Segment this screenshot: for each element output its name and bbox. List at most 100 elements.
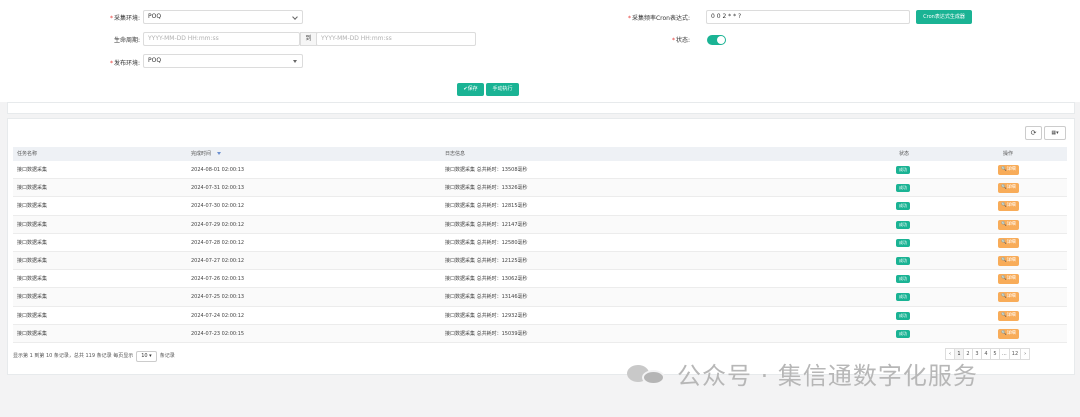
watermark: 公众号 · 集信通数字化服务: [627, 356, 978, 390]
collect-env-label: *采集环境:: [90, 13, 140, 22]
log-info-cell: 接口数据采集 总共耗时：15039毫秒: [445, 330, 528, 337]
detail-button[interactable]: 🔍详细: [998, 292, 1019, 303]
wechat-icon: [627, 361, 667, 385]
table-body: 接口数据采集 2024-08-01 02:00:13 接口数据采集 总共耗时：135…: [13, 161, 1067, 343]
collect-env-select[interactable]: POQ: [143, 10, 303, 24]
task-name-cell: 接口数据采集: [17, 294, 48, 301]
th-action: 操作: [1003, 151, 1014, 157]
pagination-info-suffix: 条记录: [159, 353, 175, 359]
cron-value: 0 0 2 * * ?: [711, 13, 742, 20]
table-row: 接口数据采集 2024-07-25 02:00:13 接口数据采集 总共耗时：131…: [13, 288, 1067, 307]
detail-button[interactable]: 🔍详细: [998, 310, 1019, 321]
task-name-cell: 接口数据采集: [17, 167, 48, 173]
collect-env-label-text: 采集环境:: [113, 15, 140, 22]
task-name-cell: 接口数据采集: [17, 312, 48, 319]
collect-env-value: POQ: [148, 13, 162, 20]
finish-time-cell: 2024-07-31 02:00:13: [191, 185, 245, 192]
finish-time-cell: 2024-07-29 02:00:12: [191, 221, 245, 228]
pagination-info: 显示第 1 到第 10 条记录，总共 119 条记录 每页显示 10 ▾ 条记录: [13, 351, 175, 362]
table-header: 任务名称 完成时间 日志信息 状态 操作: [13, 147, 1067, 161]
finish-time-cell: 2024-07-24 02:00:12: [191, 312, 245, 319]
table-row: 接口数据采集 2024-07-24 02:00:12 接口数据采集 总共耗时：129…: [13, 307, 1067, 325]
status-badge: 成功: [896, 293, 910, 302]
task-name-cell: 接口数据采集: [17, 203, 48, 210]
log-info-cell: 接口数据采集 总共耗时：13326毫秒: [445, 185, 528, 192]
detail-button[interactable]: 🔍详细: [998, 328, 1019, 339]
cron-label-text: 采集频率Cron表达式:: [631, 15, 690, 22]
task-name-cell: 接口数据采集: [17, 185, 48, 192]
log-info-cell: 接口数据采集 总共耗时：12580毫秒: [445, 239, 528, 246]
required-mark: *: [109, 15, 113, 22]
th-finish-time-label: 完成时间: [191, 151, 212, 157]
status-badge: 成功: [896, 166, 910, 174]
toggle-knob: [717, 36, 725, 44]
publish-env-label: *发布环境:: [90, 58, 140, 67]
page-size-select[interactable]: 10 ▾: [136, 351, 157, 362]
manual-run-button[interactable]: 手动执行: [486, 83, 519, 96]
finish-time-cell: 2024-08-01 02:00:13: [191, 167, 245, 173]
lifecycle-start-input[interactable]: YYYY-MM-DD HH:mm:ss: [143, 32, 300, 46]
table-row: 接口数据采集 2024-07-28 02:00:12 接口数据采集 总共耗时：125…: [13, 234, 1067, 252]
log-info-cell: 接口数据采集 总共耗时：13062毫秒: [445, 276, 528, 283]
finish-time-cell: 2024-07-23 02:00:15: [191, 330, 245, 337]
task-name-cell: 接口数据采集: [17, 330, 48, 337]
save-button[interactable]: ✔保存: [457, 83, 484, 96]
status-badge: 成功: [896, 238, 910, 247]
lifecycle-end-input[interactable]: YYYY-MM-DD HH:mm:ss: [316, 32, 476, 46]
detail-button[interactable]: 🔍详细: [998, 165, 1019, 175]
columns-grid-icon[interactable]: ▦▾: [1044, 126, 1066, 140]
detail-button[interactable]: 🔍详细: [998, 183, 1019, 194]
cron-generator-button[interactable]: Cron表达式生成器: [916, 10, 972, 24]
watermark-text: 公众号 · 集信通数字化服务: [677, 361, 978, 390]
table-row: 接口数据采集 2024-08-01 02:00:13 接口数据采集 总共耗时：135…: [13, 161, 1067, 180]
task-name-cell: 接口数据采集: [17, 221, 48, 228]
detail-button[interactable]: 🔍详细: [998, 219, 1019, 230]
finish-time-cell: 2024-07-25 02:00:13: [191, 294, 245, 301]
status-badge: 成功: [896, 329, 910, 338]
status-badge: 成功: [896, 311, 910, 320]
status-badge: 成功: [896, 220, 910, 229]
required-mark: *: [627, 15, 631, 22]
log-info-cell: 接口数据采集 总共耗时：12147毫秒: [445, 221, 528, 228]
detail-button[interactable]: 🔍详细: [998, 255, 1019, 266]
table-row: 接口数据采集 2024-07-23 02:00:15 接口数据采集 总共耗时：150…: [13, 324, 1067, 343]
table-row: 接口数据采集 2024-07-29 02:00:12 接口数据采集 总共耗时：121…: [13, 215, 1067, 234]
detail-button[interactable]: 🔍详细: [998, 201, 1019, 212]
refresh-icon[interactable]: ⟳: [1025, 126, 1042, 140]
th-log-info[interactable]: 日志信息: [445, 147, 465, 161]
finish-time-cell: 2024-07-28 02:00:12: [191, 239, 245, 246]
status-label: *状态:: [640, 35, 690, 44]
start-placeholder: YYYY-MM-DD HH:mm:ss: [148, 35, 219, 42]
table-row: 接口数据采集 2024-07-27 02:00:12 接口数据采集 总共耗时：121…: [13, 251, 1067, 271]
end-placeholder: YYYY-MM-DD HH:mm:ss: [321, 35, 392, 42]
log-info-cell: 接口数据采集 总共耗时：13146毫秒: [445, 294, 528, 301]
status-toggle[interactable]: [707, 35, 726, 45]
task-name-cell: 接口数据采集: [17, 257, 48, 264]
sort-desc-icon: [217, 152, 222, 155]
divider-strip: [7, 102, 1075, 114]
publish-env-select[interactable]: POQ: [143, 54, 303, 68]
table-row: 接口数据采集 2024-07-31 02:00:13 接口数据采集 总共耗时：133…: [13, 179, 1067, 198]
task-name-cell: 接口数据采集: [17, 276, 48, 283]
detail-button[interactable]: 🔍详细: [998, 237, 1019, 248]
publish-env-label-text: 发布环境:: [113, 60, 140, 67]
th-status[interactable]: 状态: [899, 147, 909, 161]
detail-button[interactable]: 🔍详细: [998, 274, 1019, 285]
required-mark: *: [109, 60, 113, 67]
finish-time-cell: 2024-07-30 02:00:12: [191, 203, 245, 210]
log-info-cell: 接口数据采集 总共耗时：13508毫秒: [445, 167, 528, 173]
required-mark: *: [671, 37, 675, 44]
status-badge: 成功: [896, 184, 910, 193]
task-name-cell: 接口数据采集: [17, 239, 48, 246]
next-page-button[interactable]: ›: [1020, 348, 1031, 360]
cron-input[interactable]: 0 0 2 * * ?: [706, 10, 910, 24]
th-task-name[interactable]: 任务名称: [17, 147, 37, 161]
finish-time-cell: 2024-07-26 02:00:13: [191, 276, 245, 283]
wechat-bubble-right: [642, 370, 665, 385]
table-row: 接口数据采集 2024-07-26 02:00:13 接口数据采集 总共耗时：130…: [13, 270, 1067, 289]
publish-env-value: POQ: [148, 57, 162, 64]
table-row: 接口数据采集 2024-07-30 02:00:12 接口数据采集 总共耗时：128…: [13, 197, 1067, 216]
finish-time-cell: 2024-07-27 02:00:12: [191, 257, 245, 264]
th-finish-time[interactable]: 完成时间: [191, 147, 222, 161]
status-badge: 成功: [896, 202, 910, 211]
